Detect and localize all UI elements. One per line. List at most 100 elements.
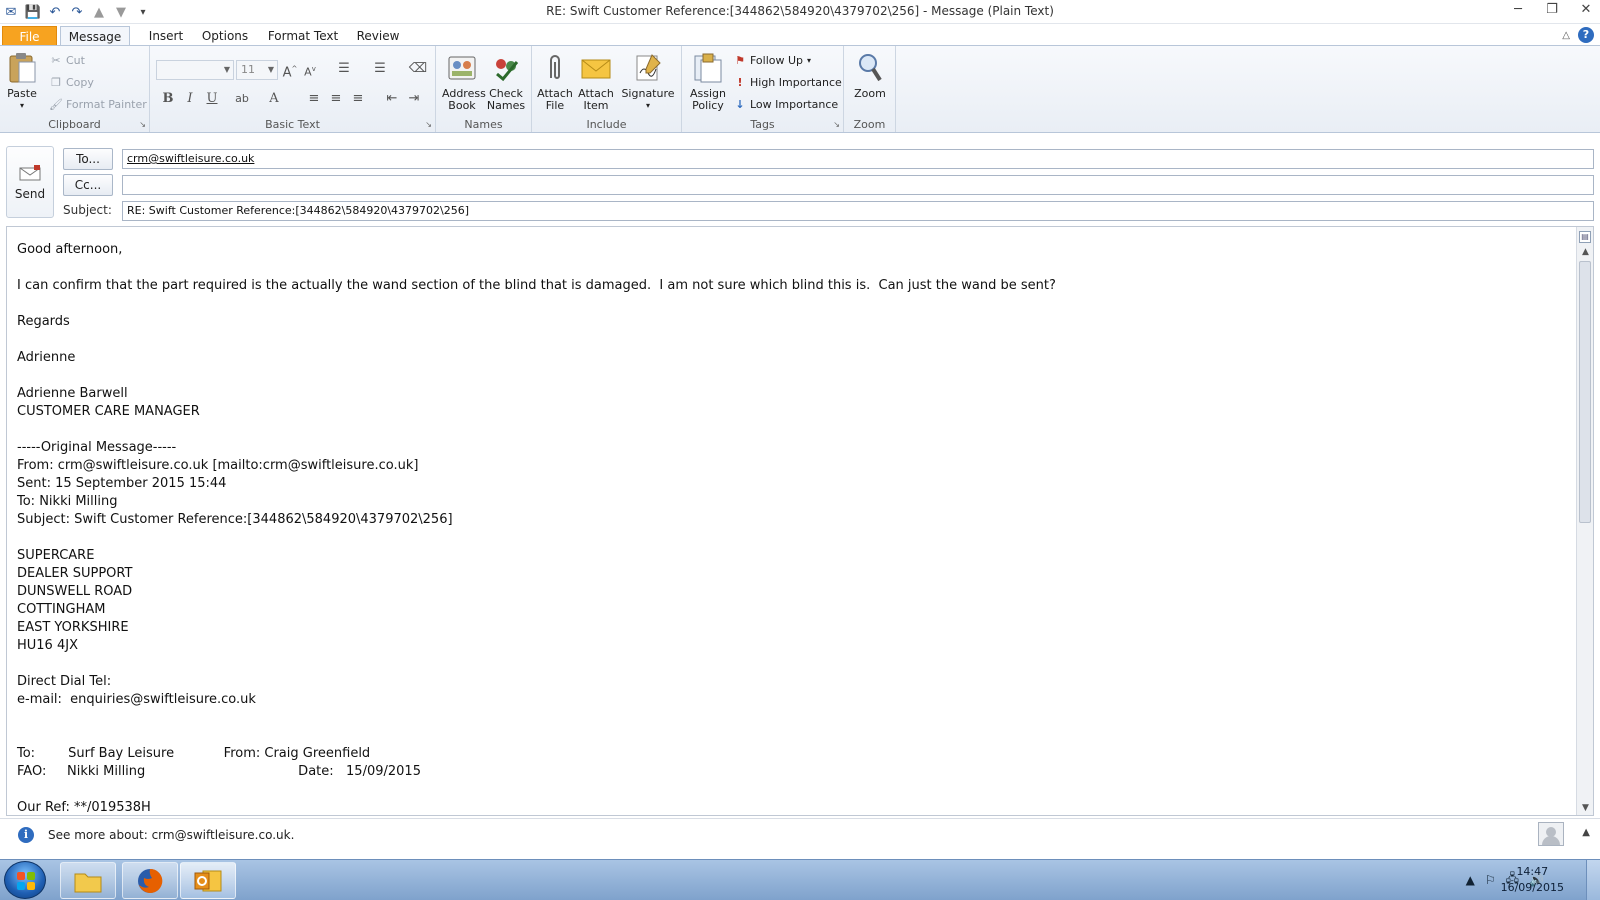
body-line[interactable]: To: Nikki Milling — [17, 493, 1557, 511]
close-icon[interactable]: ✕ — [1578, 2, 1594, 17]
tab-message[interactable]: Message — [60, 26, 130, 46]
font-size-combo[interactable]: 11 ▼ — [236, 60, 278, 80]
body-line[interactable]: DUNSWELL ROAD — [17, 583, 1557, 601]
tab-options[interactable]: Options — [196, 26, 254, 46]
show-hidden-icons-icon[interactable]: ▲ — [1466, 873, 1475, 887]
increase-indent-icon[interactable]: ⇥ — [404, 90, 424, 108]
body-line[interactable] — [17, 295, 1557, 313]
minimize-ribbon-icon[interactable]: △ — [1562, 30, 1570, 41]
bullets-icon[interactable]: ☰ — [334, 60, 354, 78]
format-painter-button[interactable]: 🖌 Format Painter — [49, 98, 147, 111]
high-importance-button[interactable]: ! High Importance — [734, 76, 841, 89]
body-line[interactable]: HU16 4JX — [17, 637, 1557, 655]
cut-button[interactable]: ✂ Cut — [50, 54, 85, 67]
recipient-address[interactable]: crm@swiftleisure.co.uk — [127, 152, 254, 165]
dialog-launcher-icon[interactable]: ↘ — [833, 120, 840, 129]
align-left-icon[interactable]: ≡ — [304, 90, 324, 108]
address-book-button[interactable]: Address Book — [440, 52, 486, 112]
attach-item-button[interactable]: Attach Item — [576, 52, 616, 112]
expand-people-pane-icon[interactable]: ▲ — [1582, 827, 1590, 838]
body-line[interactable]: From: crm@swiftleisure.co.uk [mailto:crm… — [17, 457, 1557, 475]
grow-font-icon[interactable]: A^ — [280, 60, 300, 80]
vertical-scrollbar[interactable]: ▤ ▲ ▼ — [1576, 227, 1593, 815]
avatar[interactable] — [1538, 822, 1564, 846]
check-names-button[interactable]: Check Names — [484, 52, 528, 112]
body-line[interactable]: -----Original Message----- — [17, 439, 1557, 457]
shrink-font-icon[interactable]: Av — [300, 60, 320, 79]
body-line[interactable]: Our Ref: **/019538H — [17, 799, 1557, 815]
body-line[interactable] — [17, 781, 1557, 799]
numbering-icon[interactable]: ☰ — [370, 60, 390, 78]
to-button[interactable]: To... — [63, 148, 113, 170]
action-center-flag-icon[interactable]: ⚐ — [1485, 873, 1496, 887]
start-button[interactable] — [4, 861, 46, 899]
font-color-icon[interactable]: A — [264, 90, 284, 108]
taskbar-explorer[interactable] — [60, 862, 116, 899]
paste-button[interactable]: Paste ▾ — [6, 52, 38, 112]
cc-button[interactable]: Cc... — [63, 174, 113, 196]
low-importance-button[interactable]: ↓ Low Importance — [734, 98, 838, 111]
tab-review[interactable]: Review — [350, 26, 406, 46]
taskbar-firefox[interactable] — [122, 862, 178, 899]
zoom-button[interactable]: Zoom — [848, 52, 892, 100]
body-text[interactable]: Good afternoon, I can confirm that the pa… — [17, 241, 1557, 815]
body-line[interactable]: I can confirm that the part required is … — [17, 277, 1557, 295]
show-desktop-button[interactable] — [1586, 860, 1600, 900]
body-line[interactable]: COTTINGHAM — [17, 601, 1557, 619]
highlight-icon[interactable]: ab — [232, 90, 252, 108]
body-line[interactable] — [17, 709, 1557, 727]
underline-icon[interactable]: U — [202, 90, 222, 108]
align-center-icon[interactable]: ≡ — [326, 90, 346, 108]
follow-up-button[interactable]: ⚑ Follow Up ▾ — [734, 54, 811, 67]
bold-icon[interactable]: B — [158, 90, 178, 108]
tab-insert[interactable]: Insert — [140, 26, 192, 46]
body-line[interactable]: DEALER SUPPORT — [17, 565, 1557, 583]
people-pane-text[interactable]: See more about: crm@swiftleisure.co.uk. — [48, 828, 294, 842]
body-line[interactable]: EAST YORKSHIRE — [17, 619, 1557, 637]
body-line[interactable]: Direct Dial Tel: — [17, 673, 1557, 691]
body-line[interactable]: Subject: Swift Customer Reference:[34486… — [17, 511, 1557, 529]
clear-formatting-icon[interactable]: ⌫ — [408, 60, 428, 78]
decrease-indent-icon[interactable]: ⇤ — [382, 90, 402, 108]
body-line[interactable]: Adrienne — [17, 349, 1557, 367]
body-line[interactable]: Sent: 15 September 2015 15:44 — [17, 475, 1557, 493]
body-line[interactable]: e-mail: enquiries@swiftleisure.co.uk — [17, 691, 1557, 709]
body-line[interactable] — [17, 727, 1557, 745]
ruler-toggle-icon[interactable]: ▤ — [1579, 231, 1591, 243]
body-line[interactable] — [17, 655, 1557, 673]
body-line[interactable] — [17, 259, 1557, 277]
assign-policy-button[interactable]: Assign Policy — [686, 52, 730, 112]
tab-file[interactable]: File — [2, 26, 57, 46]
restore-icon[interactable]: ❐ — [1544, 2, 1560, 17]
dialog-launcher-icon[interactable]: ↘ — [425, 120, 432, 129]
attach-file-button[interactable]: Attach File — [536, 52, 574, 112]
scroll-up-icon[interactable]: ▲ — [1577, 247, 1593, 257]
taskbar-outlook[interactable] — [180, 862, 236, 899]
italic-icon[interactable]: I — [180, 90, 200, 108]
body-line[interactable]: Good afternoon, — [17, 241, 1557, 259]
copy-button[interactable]: ❐ Copy — [50, 76, 94, 89]
help-icon[interactable]: ? — [1578, 27, 1594, 43]
send-button[interactable]: Send — [6, 146, 54, 218]
signature-button[interactable]: Signature ▾ — [620, 52, 676, 112]
message-body[interactable]: Good afternoon, I can confirm that the pa… — [6, 226, 1594, 816]
cc-field[interactable] — [122, 175, 1594, 195]
minimize-icon[interactable]: ─ — [1510, 2, 1526, 17]
tab-format-text[interactable]: Format Text — [264, 26, 342, 46]
font-name-combo[interactable]: ▼ — [156, 60, 234, 80]
body-line[interactable] — [17, 529, 1557, 547]
body-line[interactable]: FAO: Nikki Milling Date: 15/09/2015 — [17, 763, 1557, 781]
body-line[interactable]: To: Surf Bay Leisure From: Craig Greenfi… — [17, 745, 1557, 763]
taskbar-clock[interactable]: 14:47 16/09/2015 — [1501, 864, 1564, 896]
body-line[interactable]: CUSTOMER CARE MANAGER — [17, 403, 1557, 421]
body-line[interactable]: Adrienne Barwell — [17, 385, 1557, 403]
subject-field[interactable]: RE: Swift Customer Reference:[344862\584… — [122, 201, 1594, 221]
body-line[interactable] — [17, 331, 1557, 349]
body-line[interactable]: Regards — [17, 313, 1557, 331]
scroll-thumb[interactable] — [1579, 261, 1591, 523]
align-right-icon[interactable]: ≡ — [348, 90, 368, 108]
body-line[interactable] — [17, 421, 1557, 439]
body-line[interactable]: SUPERCARE — [17, 547, 1557, 565]
body-line[interactable] — [17, 367, 1557, 385]
to-field[interactable]: crm@swiftleisure.co.uk — [122, 149, 1594, 169]
